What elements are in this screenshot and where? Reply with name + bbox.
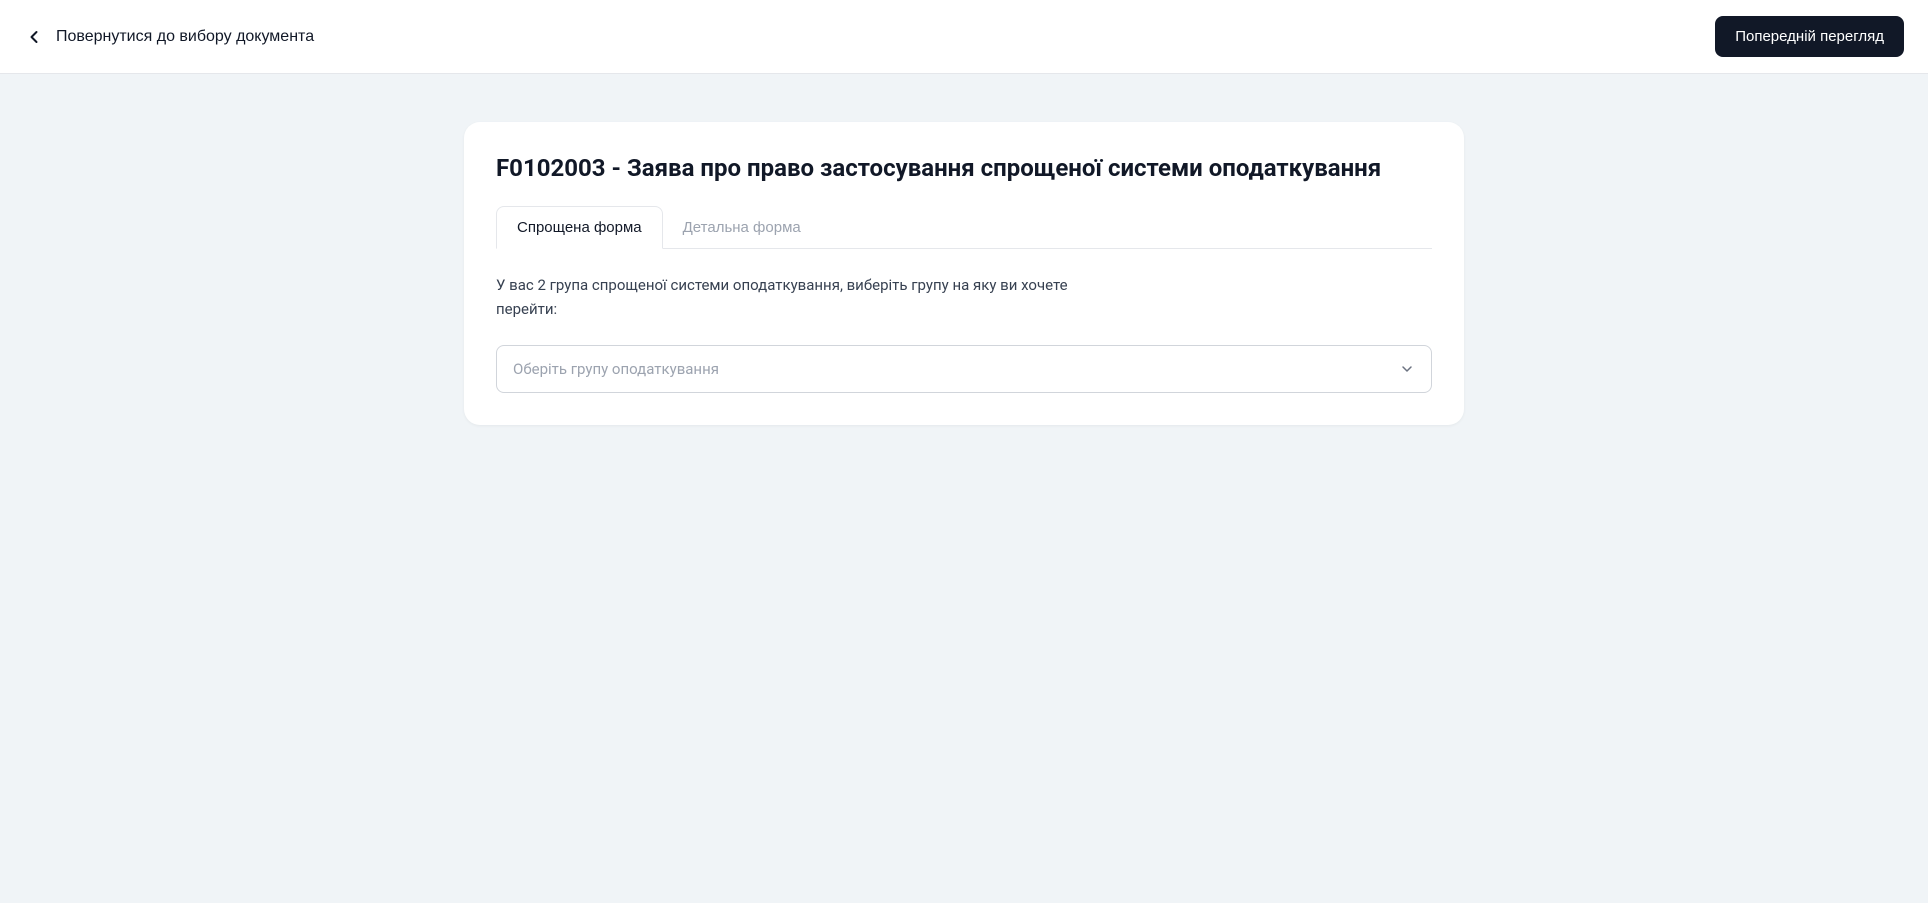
form-tabs: Спрощена форма Детальна форма <box>496 206 1432 249</box>
form-description: У вас 2 група спрощеної системи оподатку… <box>496 273 1096 321</box>
main-content: F0102003 - Заява про право застосування … <box>0 74 1928 473</box>
back-button-label: Повернутися до вибору документа <box>56 28 314 46</box>
form-card: F0102003 - Заява про право застосування … <box>464 122 1464 425</box>
tab-simplified[interactable]: Спрощена форма <box>496 206 663 249</box>
page-header: Повернутися до вибору документа Попередн… <box>0 0 1928 74</box>
preview-button[interactable]: Попередній перегляд <box>1715 16 1904 57</box>
taxation-group-select-wrapper: Оберіть групу оподаткування <box>496 345 1432 393</box>
chevron-down-icon <box>1399 361 1415 377</box>
taxation-group-select[interactable]: Оберіть групу оподаткування <box>496 345 1432 393</box>
chevron-left-icon <box>24 27 44 47</box>
select-placeholder: Оберіть групу оподаткування <box>513 360 719 378</box>
tab-detailed[interactable]: Детальна форма <box>663 206 821 248</box>
back-button[interactable]: Повернутися до вибору документа <box>24 27 314 47</box>
page-title: F0102003 - Заява про право застосування … <box>496 154 1432 182</box>
